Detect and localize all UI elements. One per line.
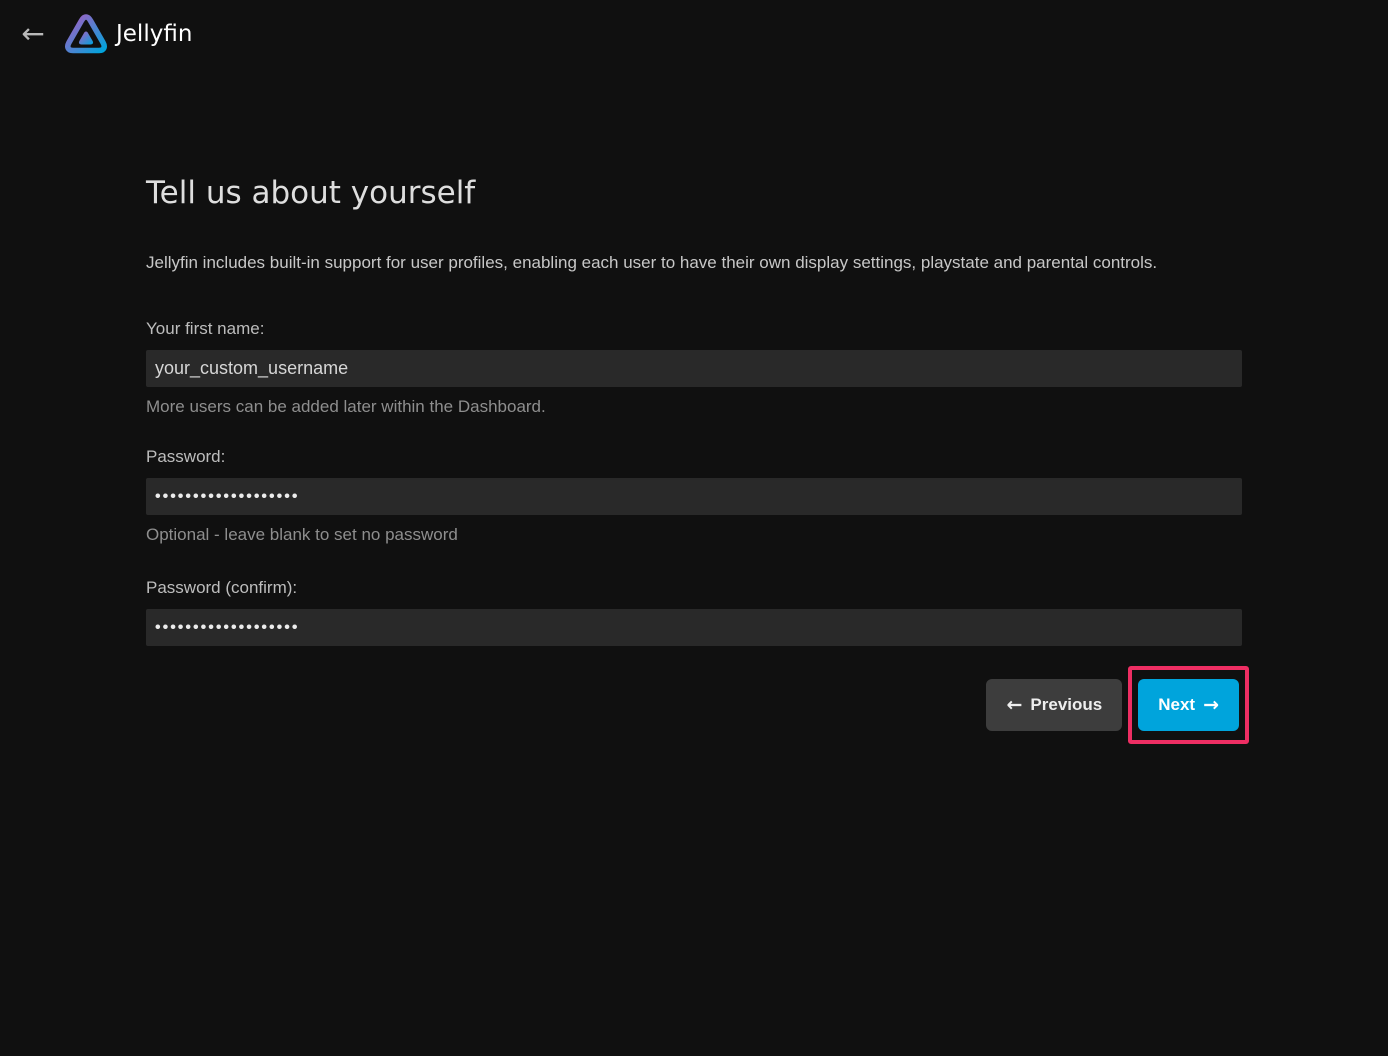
page-description: Jellyfin includes built-in support for u…	[146, 253, 1242, 273]
previous-arrow-icon: ←	[1006, 696, 1022, 715]
jellyfin-logo-icon	[64, 11, 108, 58]
first-name-input[interactable]	[146, 350, 1242, 387]
password-helper-text: Optional - leave blank to set no passwor…	[146, 525, 1242, 545]
password-input[interactable]	[146, 478, 1242, 515]
jellyfin-logo: Jellyfin	[64, 11, 192, 58]
next-button-label: Next	[1158, 695, 1195, 715]
previous-button-label: Previous	[1030, 695, 1102, 715]
top-bar: ← Jellyfin	[0, 0, 1388, 68]
first-name-field-group: Your first name: More users can be added…	[146, 319, 1242, 417]
back-button[interactable]: ←	[16, 20, 50, 48]
next-button-highlight-annotation: Next →	[1128, 666, 1249, 744]
wizard-nav-buttons: ← Previous Next →	[146, 666, 1242, 744]
password-confirm-field-group: Password (confirm):	[146, 578, 1242, 646]
first-name-helper-text: More users can be added later within the…	[146, 397, 1242, 417]
next-arrow-icon: →	[1203, 696, 1219, 715]
password-confirm-label: Password (confirm):	[146, 578, 1242, 598]
password-confirm-input[interactable]	[146, 609, 1242, 646]
previous-button[interactable]: ← Previous	[986, 679, 1122, 731]
back-arrow-icon: ←	[21, 17, 44, 50]
page-title: Tell us about yourself	[146, 176, 1242, 212]
next-button[interactable]: Next →	[1138, 679, 1239, 731]
password-field-group: Password: Optional - leave blank to set …	[146, 447, 1242, 545]
wizard-user-step: Tell us about yourself Jellyfin includes…	[146, 176, 1242, 744]
first-name-label: Your first name:	[146, 319, 1242, 339]
password-label: Password:	[146, 447, 1242, 467]
app-title: Jellyfin	[116, 21, 192, 47]
